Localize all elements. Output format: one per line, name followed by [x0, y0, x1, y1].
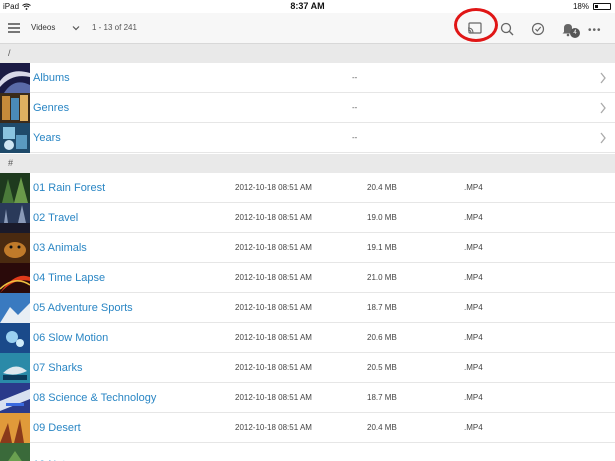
status-right: 18% — [573, 2, 611, 11]
status-time: 8:37 AM — [290, 1, 325, 11]
video-name: 03 Animals — [33, 242, 87, 254]
video-date: 2012-10-18 08:51 AM — [235, 333, 312, 342]
select-check-icon[interactable] — [528, 19, 548, 39]
video-name: 09 Desert — [33, 422, 81, 434]
genres-thumbnail — [0, 93, 30, 123]
folder-value: -- — [352, 133, 358, 142]
video-size: 20.4 MB — [367, 183, 397, 192]
folder-value: -- — [352, 73, 358, 82]
years-thumbnail — [0, 123, 30, 153]
video-date: 2012-10-18 08:51 AM — [235, 423, 312, 432]
video-extension: .MP4 — [464, 243, 483, 252]
video-date: 2012-10-18 08:51 AM — [235, 213, 312, 222]
status-bar: iPad 8:37 AM 18% — [0, 0, 615, 13]
video-date: 2012-10-18 08:51 AM — [235, 273, 312, 282]
video-extension: .MP4 — [464, 213, 483, 222]
video-row[interactable]: 03 Animals 2012-10-18 08:51 AM 19.1 MB .… — [0, 233, 615, 263]
folder-name: Albums — [33, 72, 70, 84]
section-header-root: / — [0, 44, 615, 63]
video-extension: .MP4 — [464, 183, 483, 192]
video-date: 2012-10-18 08:51 AM — [235, 243, 312, 252]
notification-badge: 4 — [570, 28, 580, 38]
video-name: 02 Travel — [33, 212, 79, 224]
search-icon[interactable] — [497, 19, 517, 39]
battery-icon — [593, 3, 611, 10]
folder-value: -- — [352, 103, 358, 112]
video-row[interactable]: 10 Nature 2012-10-18 08:51 AM 19.9 MB .M… — [0, 443, 615, 461]
folder-name: Genres — [33, 102, 70, 114]
video-thumbnail — [0, 203, 30, 233]
video-thumbnail — [0, 323, 30, 353]
video-name: 01 Rain Forest — [33, 182, 106, 194]
section-header-files: # — [0, 154, 615, 173]
video-extension: .MP4 — [464, 393, 483, 402]
video-name: 08 Science & Technology — [33, 392, 157, 404]
folder-row-years[interactable]: Years -- — [0, 123, 615, 153]
toolbar: Videos 1 - 13 of 241 4 ••• — [0, 13, 615, 44]
video-size: 19.9 MB — [367, 450, 397, 461]
video-size: 18.7 MB — [367, 393, 397, 402]
video-row[interactable]: 08 Science & Technology 2012-10-18 08:51… — [0, 383, 615, 413]
video-thumbnail — [0, 233, 30, 263]
video-thumbnail — [0, 443, 30, 461]
video-thumbnail — [0, 173, 30, 203]
video-name: 06 Slow Motion — [33, 332, 109, 344]
video-name: 07 Sharks — [33, 362, 83, 374]
video-name: 04 Time Lapse — [33, 272, 106, 284]
video-date: 2012-10-18 08:51 AM — [235, 393, 312, 402]
video-row[interactable]: 07 Sharks 2012-10-18 08:51 AM 20.5 MB .M… — [0, 353, 615, 383]
cast-highlight-annotation — [454, 8, 498, 42]
video-row[interactable]: 01 Rain Forest 2012-10-18 08:51 AM 20.4 … — [0, 173, 615, 203]
chevron-right-icon — [600, 102, 606, 114]
video-row[interactable]: 05 Adventure Sports 2012-10-18 08:51 AM … — [0, 293, 615, 323]
video-date: 2012-10-18 08:51 AM — [235, 183, 312, 192]
video-name: 10 Nature — [33, 450, 81, 461]
video-thumbnail — [0, 413, 30, 443]
item-count: 1 - 13 of 241 — [92, 23, 137, 32]
folder-row-genres[interactable]: Genres -- — [0, 93, 615, 123]
video-extension: .MP4 — [464, 423, 483, 432]
video-row[interactable]: 04 Time Lapse 2012-10-18 08:51 AM 21.0 M… — [0, 263, 615, 293]
video-extension: .MP4 — [464, 363, 483, 372]
video-thumbnail — [0, 293, 30, 323]
battery-percent: 18% — [572, 2, 589, 11]
video-name: 05 Adventure Sports — [33, 302, 133, 314]
video-extension: .MP4 — [464, 333, 483, 342]
video-size: 19.0 MB — [367, 213, 397, 222]
video-size: 20.5 MB — [367, 363, 397, 372]
source-selector[interactable]: Videos — [31, 23, 55, 32]
video-date: 2012-10-18 08:51 AM — [235, 363, 312, 372]
video-thumbnail — [0, 263, 30, 293]
video-extension: .MP4 — [464, 273, 483, 282]
video-extension: .MP4 — [464, 450, 483, 461]
video-row[interactable]: 02 Travel 2012-10-18 08:51 AM 19.0 MB .M… — [0, 203, 615, 233]
chevron-right-icon — [600, 132, 606, 144]
video-size: 21.0 MB — [367, 273, 397, 282]
video-row[interactable]: 09 Desert 2012-10-18 08:51 AM 20.4 MB .M… — [0, 413, 615, 443]
video-size: 20.4 MB — [367, 423, 397, 432]
video-thumbnail — [0, 353, 30, 383]
video-size: 19.1 MB — [367, 243, 397, 252]
more-options-icon[interactable]: ••• — [588, 25, 610, 45]
chevron-down-icon[interactable] — [72, 24, 80, 32]
video-size: 20.6 MB — [367, 333, 397, 342]
video-size: 18.7 MB — [367, 303, 397, 312]
video-extension: .MP4 — [464, 303, 483, 312]
albums-thumbnail — [0, 63, 30, 93]
chevron-right-icon — [600, 72, 606, 84]
video-date: 2012-10-18 08:51 AM — [235, 450, 312, 461]
video-row[interactable]: 06 Slow Motion 2012-10-18 08:51 AM 20.6 … — [0, 323, 615, 353]
video-date: 2012-10-18 08:51 AM — [235, 303, 312, 312]
video-thumbnail — [0, 383, 30, 413]
folder-name: Years — [33, 132, 61, 144]
hamburger-menu-icon[interactable] — [8, 23, 20, 33]
folder-row-albums[interactable]: Albums -- — [0, 63, 615, 93]
